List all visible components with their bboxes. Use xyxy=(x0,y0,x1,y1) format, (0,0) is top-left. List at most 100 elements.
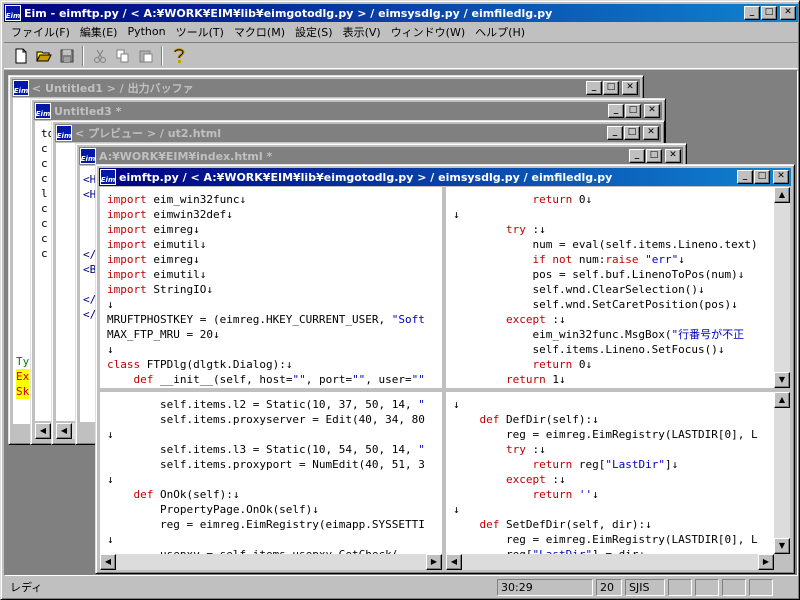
new-file-icon[interactable] xyxy=(10,46,31,66)
code-token: self.wnd.ClearSelection()↓ xyxy=(453,283,705,296)
window-titlebar[interactable]: Eim < Untitled1 > / 出力バッファ _ □ ✕ xyxy=(12,79,640,97)
code-line: import eimutil↓ xyxy=(107,267,442,282)
menu-item[interactable]: ヘルプ(H) xyxy=(470,24,530,40)
horizontal-scrollbar[interactable]: ◀ xyxy=(56,423,76,439)
close-button[interactable]: ✕ xyxy=(643,126,659,140)
open-folder-icon[interactable] xyxy=(33,46,54,66)
horizontal-scrollbar-left[interactable]: ◀ ▶ xyxy=(100,554,442,570)
menu-item[interactable]: マクロ(M) xyxy=(229,24,290,40)
editor-pane-bottom-left[interactable]: self.items.l2 = Static(10, 37, 50, 14, "… xyxy=(100,392,442,554)
code-line: def SetDefDir(self, dir):↓ xyxy=(453,517,774,532)
scroll-down-icon[interactable]: ▼ xyxy=(774,372,790,388)
code-line: self.items.Lineno.SetFocus()↓ xyxy=(453,342,774,357)
code-token: eimreg↓ xyxy=(153,223,200,236)
scroll-left-icon[interactable]: ◀ xyxy=(446,554,462,570)
maximize-button[interactable]: □ xyxy=(625,104,641,118)
code-token: PropertyPage.OnOk(self)↓ xyxy=(107,503,319,516)
paste-icon[interactable] xyxy=(135,46,156,66)
scroll-down-icon[interactable]: ▼ xyxy=(774,538,790,554)
code-token: MRUFTPHOSTKEY = (eimreg.HKEY_CURRENT_USE… xyxy=(107,313,392,326)
horizontal-scrollbar-right[interactable]: ◀ ▶ xyxy=(446,554,774,570)
code-token: class xyxy=(107,358,147,371)
minimize-button[interactable]: _ xyxy=(607,126,623,140)
maximize-button[interactable]: □ xyxy=(624,126,640,140)
scroll-right-icon[interactable]: ▶ xyxy=(758,554,774,570)
editor-pane-top-right[interactable]: return 0↓ ↓ try :↓ num = eval(self.items.… xyxy=(446,187,774,388)
menu-item[interactable]: 編集(E) xyxy=(75,24,123,40)
preview-pane[interactable] xyxy=(56,143,76,421)
scroll-left-icon[interactable]: ◀ xyxy=(35,423,51,439)
code-token: eimutil↓ xyxy=(153,238,207,251)
scroll-up-icon[interactable]: ▲ xyxy=(774,392,790,408)
code-token: ↓ xyxy=(453,208,460,221)
code-token: :↓ xyxy=(532,443,546,456)
code-line: ↓ xyxy=(453,502,774,517)
close-button[interactable]: ✕ xyxy=(644,104,660,118)
scroll-right-icon[interactable]: ▶ xyxy=(426,554,442,570)
scroll-up-icon[interactable]: ▲ xyxy=(774,187,790,203)
code-token: "LastDir" xyxy=(605,458,665,471)
code-line: MAX_FTP_MRU = 20↓ xyxy=(107,327,442,342)
editor-pane-bottom-right[interactable]: ↓ def DefDir(self):↓ reg = eimreg.EimReg… xyxy=(446,392,774,554)
code-line: import eimreg↓ xyxy=(107,252,442,267)
status-panel-empty xyxy=(695,578,719,596)
maximize-button[interactable]: □ xyxy=(754,170,770,184)
code-line: ↓ xyxy=(107,342,442,357)
code-token: " xyxy=(418,398,425,411)
menu-item[interactable]: ウィンドウ(W) xyxy=(386,24,470,40)
code-token: import xyxy=(107,253,154,266)
window-titlebar[interactable]: Eim A:¥WORK¥EIM¥index.html * _ □ ✕ xyxy=(79,147,683,165)
close-button[interactable]: ✕ xyxy=(780,6,796,20)
save-icon[interactable] xyxy=(56,46,77,66)
copy-icon[interactable] xyxy=(112,46,133,66)
minimize-button[interactable]: _ xyxy=(629,149,645,163)
code-line: self.wnd.SetCaretPosition(pos)↓ xyxy=(453,297,774,312)
main-titlebar[interactable]: Eim Eim - eimftp.py / < A:¥WORK¥EIM¥lib¥… xyxy=(4,4,798,22)
help-icon[interactable] xyxy=(168,46,189,66)
menu-item[interactable]: 設定(S) xyxy=(290,24,338,40)
code-token: 1↓ xyxy=(552,373,566,386)
cut-icon[interactable] xyxy=(89,46,110,66)
code-token: eimwin32def↓ xyxy=(153,208,233,221)
code-token: ↓ xyxy=(107,533,114,546)
scroll-left-icon[interactable]: ◀ xyxy=(56,423,72,439)
minimize-button[interactable]: _ xyxy=(744,6,760,20)
vertical-scrollbar-top[interactable]: ▲ ▼ xyxy=(774,187,790,388)
code-line: return ''↓ xyxy=(453,487,774,502)
minimize-button[interactable]: _ xyxy=(608,104,624,118)
code-line: class FTPDlg(dlgtk.Dialog):↓ xyxy=(107,357,442,372)
maximize-button[interactable]: □ xyxy=(761,6,777,20)
code-line: def __init__(self, host="", port="", use… xyxy=(107,372,442,387)
mdi-window-eimftp[interactable]: Eim eimftp.py / < A:¥WORK¥EIM¥lib¥eimgot… xyxy=(95,164,795,574)
menu-item[interactable]: ツール(T) xyxy=(171,24,229,40)
maximize-button[interactable]: □ xyxy=(646,149,662,163)
maximize-button[interactable]: □ xyxy=(603,81,619,95)
code-token: try xyxy=(505,223,533,236)
editor-pane-top-left[interactable]: import eim_win32func↓ import eimwin32def↓… xyxy=(100,187,442,388)
menu-item[interactable]: ファイル(F) xyxy=(6,24,75,40)
close-button[interactable]: ✕ xyxy=(773,170,789,184)
vertical-scrollbar-bottom[interactable]: ▲ ▼ xyxy=(774,392,790,554)
minimize-button[interactable]: _ xyxy=(737,170,753,184)
window-titlebar[interactable]: Eim Untitled3 * _ □ ✕ xyxy=(34,102,662,120)
window-titlebar[interactable]: Eim < プレビュー > / ut2.html _ □ ✕ xyxy=(55,124,661,142)
window-titlebar[interactable]: Eim eimftp.py / < A:¥WORK¥EIM¥lib¥eimgot… xyxy=(99,168,791,186)
minimize-button[interactable]: _ xyxy=(586,81,602,95)
toolbar-separator xyxy=(161,45,163,66)
code-line: ↓ xyxy=(453,397,774,412)
code-token: reg = eimreg.EimRegistry(eimapp.SYSSETTI xyxy=(107,518,425,531)
menu-item[interactable]: Python xyxy=(122,25,170,38)
code-token: self.items.Lineno.SetFocus()↓ xyxy=(453,343,725,356)
close-button[interactable]: ✕ xyxy=(665,149,681,163)
code-token: 0↓ xyxy=(578,358,593,371)
code-line: self.items.l2 = Static(10, 37, 50, 14, " xyxy=(107,397,442,412)
close-button[interactable]: ✕ xyxy=(622,81,638,95)
code-line: num = eval(self.items.Lineno.text) xyxy=(453,237,774,252)
menu-item[interactable]: 表示(V) xyxy=(338,24,386,40)
scroll-left-icon[interactable]: ◀ xyxy=(100,554,116,570)
code-line: PropertyPage.OnOk(self)↓ xyxy=(107,502,442,517)
